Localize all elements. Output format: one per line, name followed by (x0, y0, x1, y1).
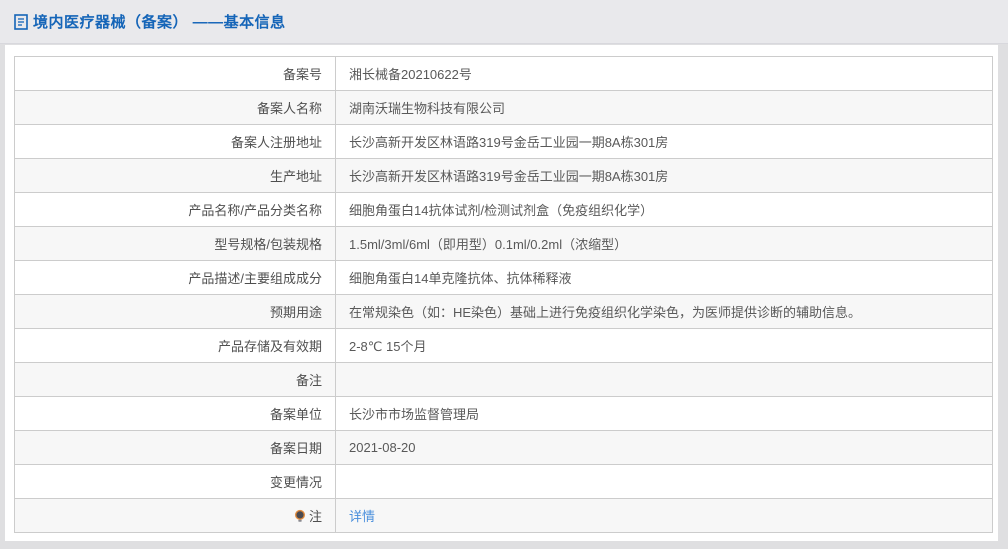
row-label-cell: 备案日期 (14, 430, 336, 465)
info-table: 备案号 湘长械备20210622号 备案人名称 湖南沃瑞生物科技有限公司 备案人… (14, 56, 993, 533)
row-value-cell: 细胞角蛋白14抗体试剂/检测试剂盒（免疫组织化学） (335, 192, 993, 227)
row-label-cell: 产品描述/主要组成成分 (14, 260, 336, 295)
row-value-cell: 长沙高新开发区林语路319号金岳工业园一期8A栋301房 (335, 124, 993, 159)
row-label-cell: 备案人注册地址 (14, 124, 336, 159)
row-label-cell: 注 (14, 498, 336, 533)
table-row: 注 详情 (14, 498, 993, 533)
lightbulb-icon (294, 509, 306, 523)
row-value-cell: 湖南沃瑞生物科技有限公司 (335, 90, 993, 125)
row-value-cell: 湘长械备20210622号 (335, 56, 993, 91)
row-value: 细胞角蛋白14单克隆抗体、抗体稀释液 (349, 271, 572, 286)
table-row: 备案人名称 湖南沃瑞生物科技有限公司 (14, 90, 993, 125)
content-panel: 备案号 湘长械备20210622号 备案人名称 湖南沃瑞生物科技有限公司 备案人… (5, 45, 998, 541)
table-row: 生产地址 长沙高新开发区林语路319号金岳工业园一期8A栋301房 (14, 158, 993, 193)
row-label: 预期用途 (269, 305, 322, 320)
row-label: 备案号 (282, 67, 322, 82)
table-row: 变更情况 (14, 464, 993, 499)
table-row: 型号规格/包装规格 1.5ml/3ml/6ml（即用型）0.1ml/0.2ml（… (14, 226, 993, 261)
page-title: 境内医疗器械（备案） ——基本信息 (33, 14, 286, 31)
table-row: 备案人注册地址 长沙高新开发区林语路319号金岳工业园一期8A栋301房 (14, 124, 993, 159)
document-icon (14, 13, 28, 30)
row-value-cell: 1.5ml/3ml/6ml（即用型）0.1ml/0.2ml（浓缩型） (335, 226, 993, 261)
row-label-cell: 型号规格/包装规格 (14, 226, 336, 261)
row-value-cell (335, 362, 993, 397)
table-row: 产品描述/主要组成成分 细胞角蛋白14单克隆抗体、抗体稀释液 (14, 260, 993, 295)
row-value: 长沙市市场监督管理局 (349, 407, 480, 422)
row-value-cell (335, 464, 993, 499)
table-row: 备案日期 2021-08-20 (14, 430, 993, 465)
row-label-cell: 备案单位 (14, 396, 336, 431)
row-value-cell: 长沙高新开发区林语路319号金岳工业园一期8A栋301房 (335, 158, 993, 193)
row-label-cell: 预期用途 (14, 294, 336, 329)
row-value-cell: 细胞角蛋白14单克隆抗体、抗体稀释液 (335, 260, 993, 295)
page-header: 境内医疗器械（备案） ——基本信息 (0, 0, 1008, 44)
row-label: 备注 (295, 373, 322, 388)
row-label-cell: 备注 (14, 362, 336, 397)
row-value-cell: 在常规染色（如：HE染色）基础上进行免疫组织化学染色，为医师提供诊断的辅助信息。 (335, 294, 993, 329)
row-value: 2021-08-20 (349, 440, 416, 455)
row-label: 备案日期 (269, 441, 322, 456)
row-value: 长沙高新开发区林语路319号金岳工业园一期8A栋301房 (349, 135, 669, 150)
row-value-cell: 2021-08-20 (335, 430, 993, 465)
row-label: 型号规格/包装规格 (214, 237, 322, 252)
row-label-cell: 备案人名称 (14, 90, 336, 125)
row-value: 湖南沃瑞生物科技有限公司 (349, 101, 506, 116)
table-row: 备案号 湘长械备20210622号 (14, 56, 993, 91)
row-label: 产品描述/主要组成成分 (188, 271, 322, 286)
row-label-cell: 生产地址 (14, 158, 336, 193)
row-label: 备案单位 (269, 407, 322, 422)
row-label: 生产地址 (269, 169, 322, 184)
row-label-cell: 变更情况 (14, 464, 336, 499)
row-label-cell: 产品名称/产品分类名称 (14, 192, 336, 227)
row-label-cell: 备案号 (14, 56, 336, 91)
row-value: 1.5ml/3ml/6ml（即用型）0.1ml/0.2ml（浓缩型） (349, 237, 628, 252)
row-value-cell: 详情 (335, 498, 993, 533)
table-row: 产品名称/产品分类名称 细胞角蛋白14抗体试剂/检测试剂盒（免疫组织化学） (14, 192, 993, 227)
row-value: 长沙高新开发区林语路319号金岳工业园一期8A栋301房 (349, 169, 669, 184)
table-row: 预期用途 在常规染色（如：HE染色）基础上进行免疫组织化学染色，为医师提供诊断的… (14, 294, 993, 329)
row-label: 产品存储及有效期 (217, 339, 322, 354)
info-table-body: 备案号 湘长械备20210622号 备案人名称 湖南沃瑞生物科技有限公司 备案人… (14, 56, 993, 533)
row-value: 湘长械备20210622号 (349, 67, 472, 82)
page: 境内医疗器械（备案） ——基本信息 备案号 湘长械备20210622号 备案人名… (0, 0, 1008, 549)
row-value-cell: 长沙市市场监督管理局 (335, 396, 993, 431)
row-value-cell: 2-8℃ 15个月 (335, 328, 993, 363)
row-value: 细胞角蛋白14抗体试剂/检测试剂盒（免疫组织化学） (349, 203, 654, 218)
row-label: 变更情况 (269, 475, 322, 490)
table-row: 备注 (14, 362, 993, 397)
row-label: 备案人注册地址 (230, 135, 322, 150)
row-value: 在常规染色（如：HE染色）基础上进行免疫组织化学染色，为医师提供诊断的辅助信息。 (349, 305, 862, 320)
table-row: 产品存储及有效期 2-8℃ 15个月 (14, 328, 993, 363)
detail-link[interactable]: 详情 (349, 509, 375, 524)
row-label: 备案人名称 (256, 101, 322, 116)
row-label: 产品名称/产品分类名称 (188, 203, 322, 218)
row-label: 注 (308, 509, 322, 524)
table-row: 备案单位 长沙市市场监督管理局 (14, 396, 993, 431)
row-label-cell: 产品存储及有效期 (14, 328, 336, 363)
row-value: 2-8℃ 15个月 (349, 339, 427, 354)
